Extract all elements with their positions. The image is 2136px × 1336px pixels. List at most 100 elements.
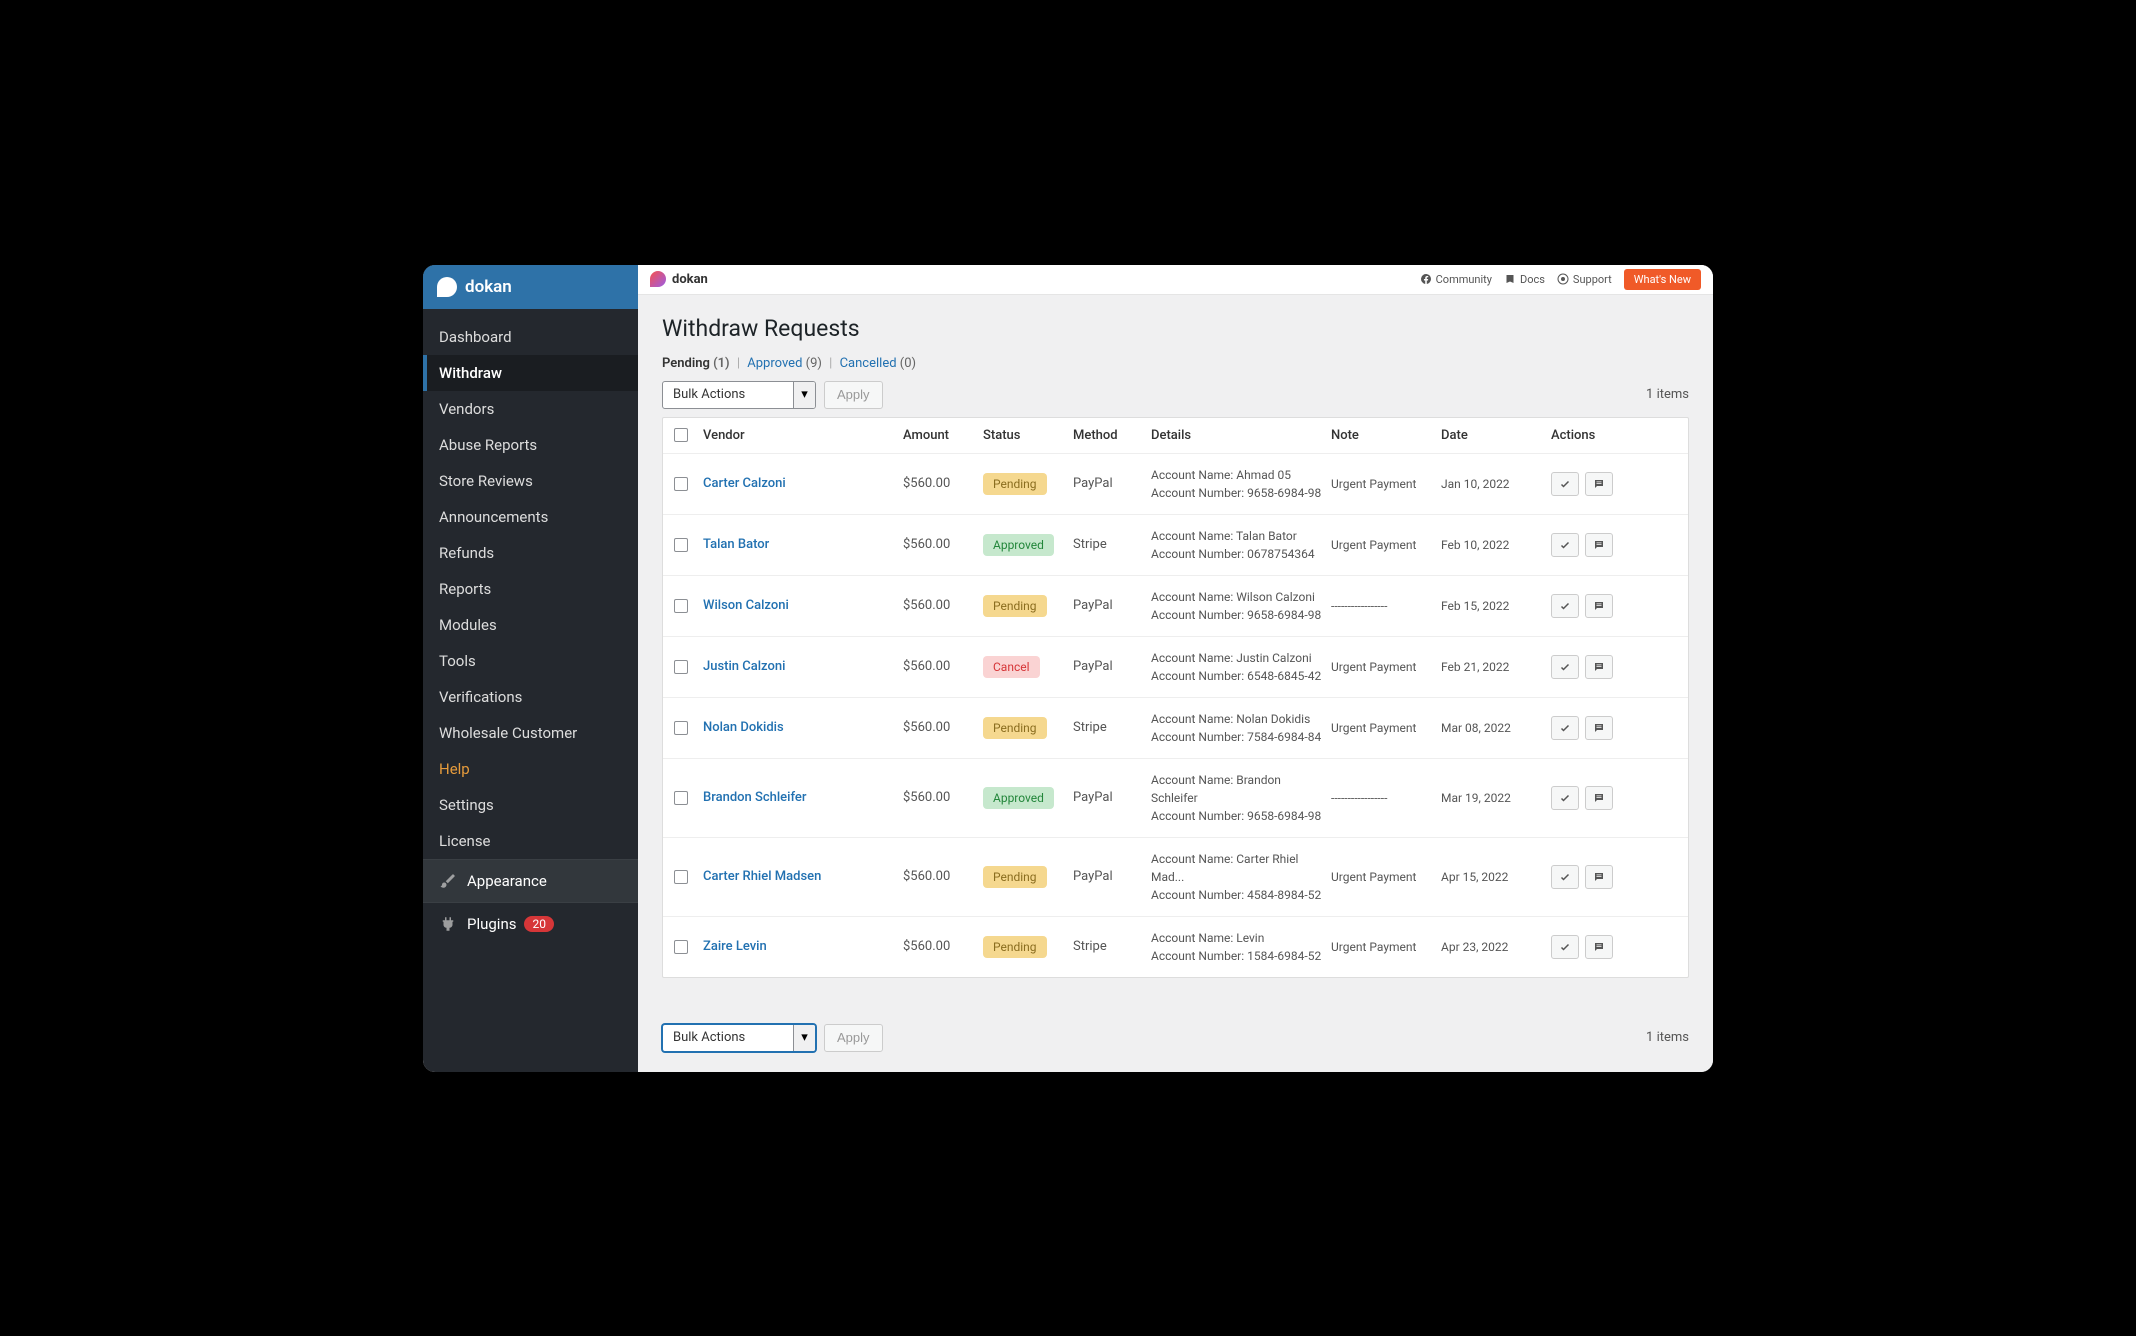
row-checkbox[interactable] bbox=[674, 791, 688, 805]
row-checkbox[interactable] bbox=[674, 721, 688, 735]
app-window: dokan Dashboard Withdraw Vendors Abuse R… bbox=[423, 265, 1713, 1072]
date-cell: Feb 10, 2022 bbox=[1437, 538, 1547, 552]
sidebar-item-settings[interactable]: Settings bbox=[423, 787, 638, 823]
method-cell: Stripe bbox=[1069, 537, 1147, 552]
sidebar-item-dashboard[interactable]: Dashboard bbox=[423, 319, 638, 355]
topbar-right: Community Docs Support What's New bbox=[1420, 269, 1701, 290]
sidebar-item-verifications[interactable]: Verifications bbox=[423, 679, 638, 715]
sidebar-item-refunds[interactable]: Refunds bbox=[423, 535, 638, 571]
approve-action-button[interactable] bbox=[1551, 594, 1579, 618]
message-icon bbox=[1593, 478, 1605, 490]
approve-action-button[interactable] bbox=[1551, 786, 1579, 810]
status-badge: Pending bbox=[983, 595, 1047, 617]
tab-cancelled[interactable]: Cancelled (0) bbox=[840, 356, 917, 371]
whats-new-button[interactable]: What's New bbox=[1624, 269, 1701, 290]
note-action-button[interactable] bbox=[1585, 865, 1613, 889]
col-date: Date bbox=[1437, 428, 1547, 443]
note-action-button[interactable] bbox=[1585, 935, 1613, 959]
sidebar-item-help[interactable]: Help bbox=[423, 751, 638, 787]
items-count-bottom: 1 items bbox=[1646, 1030, 1689, 1045]
topbar-community-link[interactable]: Community bbox=[1420, 273, 1492, 286]
topbar-brand[interactable]: dokan bbox=[650, 271, 708, 287]
dokan-logo-icon bbox=[437, 277, 457, 297]
date-cell: Feb 15, 2022 bbox=[1437, 599, 1547, 613]
sidebar-item-announcements[interactable]: Announcements bbox=[423, 499, 638, 535]
sidebar-item-reports[interactable]: Reports bbox=[423, 571, 638, 607]
withdraw-table: Vendor Amount Status Method Details Note… bbox=[662, 417, 1689, 978]
col-amount: Amount bbox=[899, 428, 979, 443]
amount-cell: $560.00 bbox=[899, 659, 979, 674]
tab-approved[interactable]: Approved (9) bbox=[747, 356, 822, 371]
status-badge: Pending bbox=[983, 473, 1047, 495]
facebook-icon bbox=[1420, 273, 1432, 285]
approve-action-button[interactable] bbox=[1551, 533, 1579, 557]
table-header: Vendor Amount Status Method Details Note… bbox=[663, 418, 1688, 454]
sidebar-item-vendors[interactable]: Vendors bbox=[423, 391, 638, 427]
approve-action-button[interactable] bbox=[1551, 935, 1579, 959]
vendor-link[interactable]: Talan Bator bbox=[703, 537, 769, 552]
vendor-link[interactable]: Nolan Dokidis bbox=[703, 720, 784, 735]
brand-text: dokan bbox=[465, 277, 512, 297]
message-icon bbox=[1593, 539, 1605, 551]
vendor-link[interactable]: Carter Rhiel Madsen bbox=[703, 869, 821, 884]
approve-action-button[interactable] bbox=[1551, 472, 1579, 496]
details-cell: Account Name: Brandon SchleiferAccount N… bbox=[1147, 771, 1327, 825]
note-cell: Urgent Payment bbox=[1327, 477, 1437, 491]
topbar-support-link[interactable]: Support bbox=[1557, 273, 1612, 286]
sidebar-item-wholesale-customer[interactable]: Wholesale Customer bbox=[423, 715, 638, 751]
sidebar-item-license[interactable]: License bbox=[423, 823, 638, 859]
table-row: Brandon Schleifer $560.00 Approved PayPa… bbox=[663, 759, 1688, 838]
note-action-button[interactable] bbox=[1585, 533, 1613, 557]
check-icon bbox=[1559, 600, 1571, 612]
approve-action-button[interactable] bbox=[1551, 865, 1579, 889]
sidebar-item-abuse-reports[interactable]: Abuse Reports bbox=[423, 427, 638, 463]
row-checkbox[interactable] bbox=[674, 870, 688, 884]
vendor-link[interactable]: Carter Calzoni bbox=[703, 476, 786, 491]
select-all-checkbox[interactable] bbox=[674, 428, 688, 442]
sidebar-item-store-reviews[interactable]: Store Reviews bbox=[423, 463, 638, 499]
status-badge: Pending bbox=[983, 866, 1047, 888]
sidebar-section-plugins[interactable]: Plugins 20 bbox=[423, 902, 638, 945]
row-checkbox[interactable] bbox=[674, 599, 688, 613]
vendor-link[interactable]: Brandon Schleifer bbox=[703, 790, 806, 805]
note-cell: Urgent Payment bbox=[1327, 538, 1437, 552]
plugins-count-badge: 20 bbox=[524, 916, 554, 932]
bulk-actions-select[interactable]: Bulk Actions ▾ bbox=[662, 381, 816, 409]
note-cell: Urgent Payment bbox=[1327, 660, 1437, 674]
row-checkbox[interactable] bbox=[674, 660, 688, 674]
row-checkbox[interactable] bbox=[674, 538, 688, 552]
chevron-down-icon: ▾ bbox=[793, 1025, 815, 1051]
vendor-link[interactable]: Justin Calzoni bbox=[703, 659, 785, 674]
note-cell: Urgent Payment bbox=[1327, 870, 1437, 884]
tab-pending[interactable]: Pending (1) bbox=[662, 356, 730, 371]
note-action-button[interactable] bbox=[1585, 716, 1613, 740]
sidebar-item-withdraw[interactable]: Withdraw bbox=[423, 355, 638, 391]
toolbar-bottom: Bulk Actions ▾ Apply 1 items bbox=[662, 1024, 1689, 1052]
note-action-button[interactable] bbox=[1585, 594, 1613, 618]
topbar-docs-link[interactable]: Docs bbox=[1504, 273, 1545, 286]
amount-cell: $560.00 bbox=[899, 790, 979, 805]
approve-action-button[interactable] bbox=[1551, 716, 1579, 740]
apply-button[interactable]: Apply bbox=[824, 381, 883, 409]
row-checkbox[interactable] bbox=[674, 940, 688, 954]
approve-action-button[interactable] bbox=[1551, 655, 1579, 679]
sidebar-item-tools[interactable]: Tools bbox=[423, 643, 638, 679]
row-checkbox[interactable] bbox=[674, 477, 688, 491]
vendor-link[interactable]: Wilson Calzoni bbox=[703, 598, 789, 613]
col-method: Method bbox=[1069, 428, 1147, 443]
sidebar-item-modules[interactable]: Modules bbox=[423, 607, 638, 643]
note-action-button[interactable] bbox=[1585, 786, 1613, 810]
bulk-actions-label-bottom: Bulk Actions bbox=[663, 1030, 793, 1045]
col-details: Details bbox=[1147, 428, 1327, 443]
apply-button-bottom[interactable]: Apply bbox=[824, 1024, 883, 1052]
message-icon bbox=[1593, 600, 1605, 612]
sidebar: dokan Dashboard Withdraw Vendors Abuse R… bbox=[423, 265, 638, 1072]
note-action-button[interactable] bbox=[1585, 655, 1613, 679]
note-action-button[interactable] bbox=[1585, 472, 1613, 496]
bulk-actions-select-bottom[interactable]: Bulk Actions ▾ bbox=[662, 1024, 816, 1052]
sidebar-brand[interactable]: dokan bbox=[423, 265, 638, 309]
vendor-link[interactable]: Zaire Levin bbox=[703, 939, 767, 954]
method-cell: Stripe bbox=[1069, 720, 1147, 735]
items-count-top: 1 items bbox=[1646, 387, 1689, 402]
sidebar-section-appearance[interactable]: Appearance bbox=[423, 859, 638, 902]
